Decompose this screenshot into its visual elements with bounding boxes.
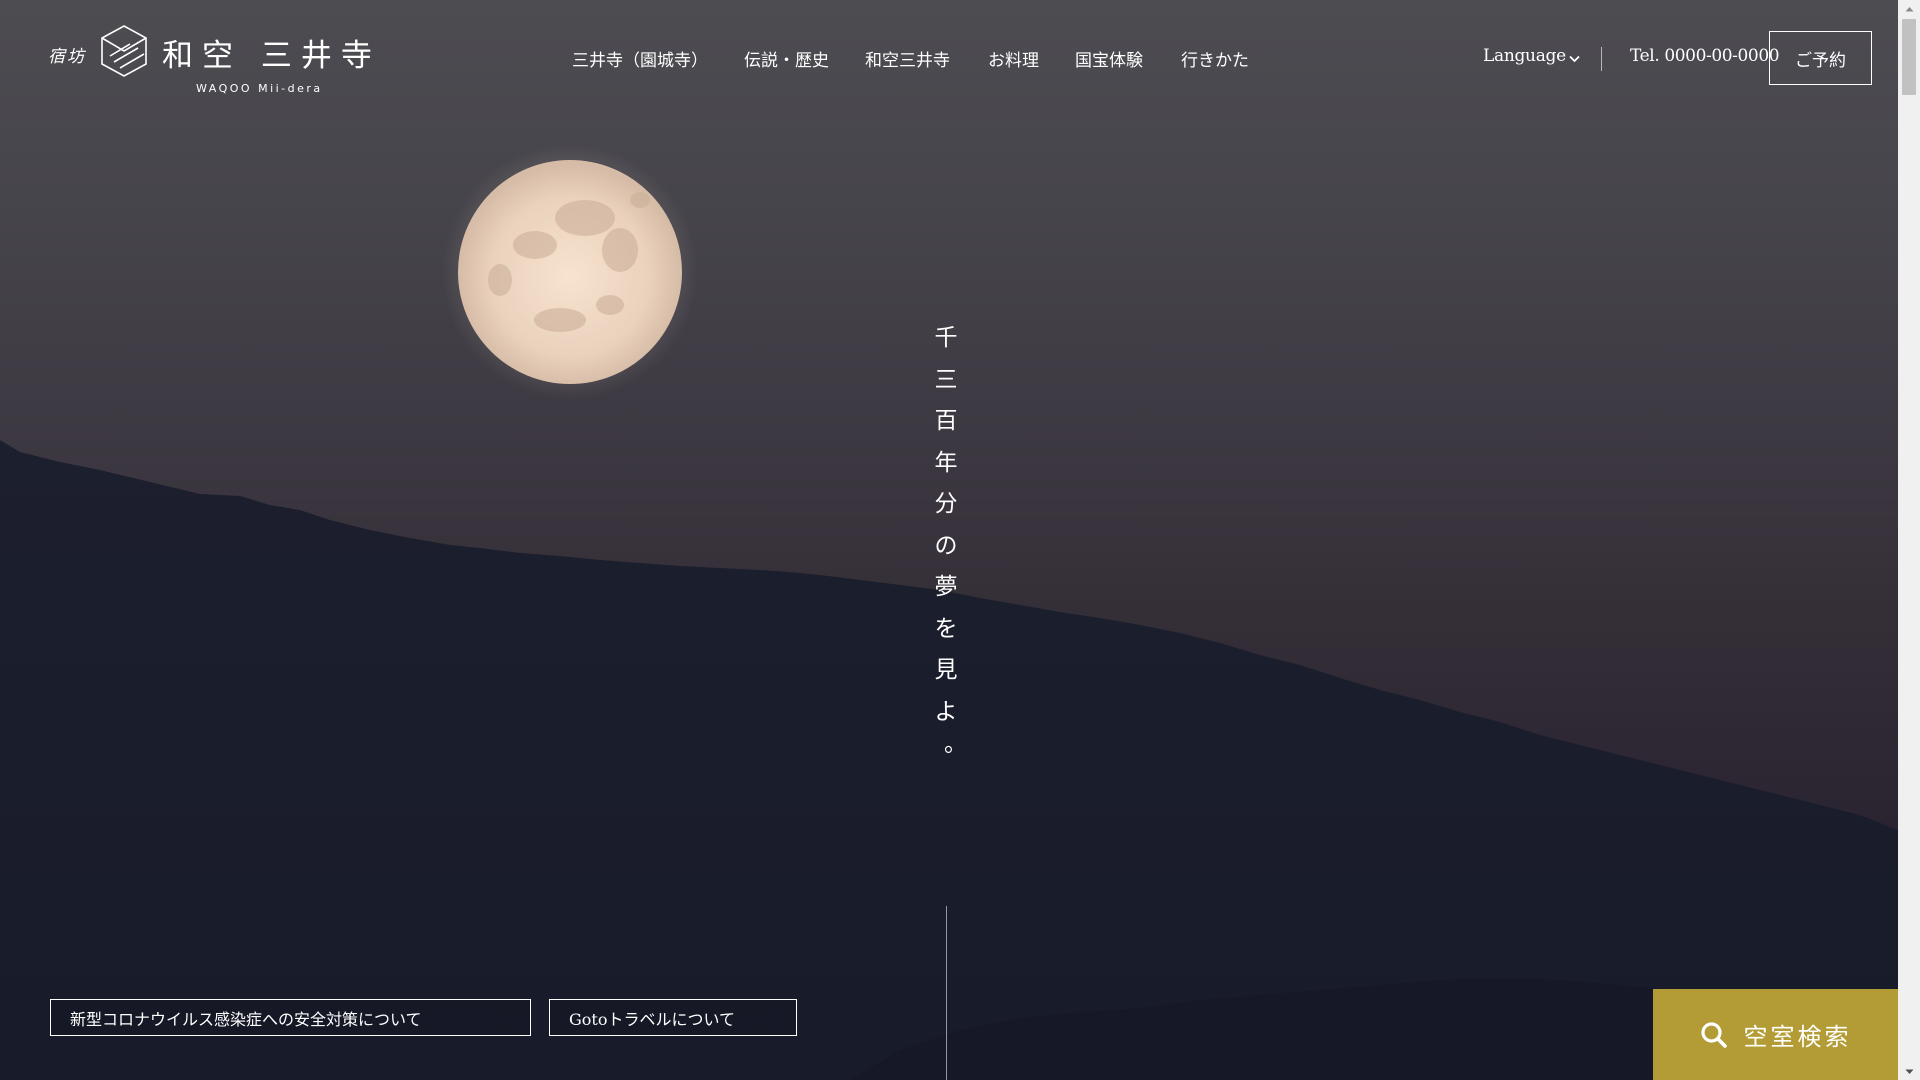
main-nav: 三井寺（園城寺） 伝説・歴史 和空三井寺 お料理 国宝体験 行きかた [572, 46, 1249, 71]
copy-char: 夢 [934, 574, 958, 600]
page-scrollbar[interactable] [1898, 0, 1920, 1080]
logo-mark-icon [101, 25, 147, 77]
scrollbar-thumb[interactable] [1902, 19, 1916, 95]
copy-char: 千 [934, 325, 958, 351]
search-icon [1700, 1021, 1727, 1048]
copy-char: 三 [934, 366, 958, 393]
logo-subtitle: WAQOO Mii-dera [196, 82, 323, 95]
language-selector[interactable]: Language [1483, 46, 1580, 66]
logo-small-text: 宿坊 [48, 47, 86, 67]
room-search-button[interactable]: 空室検索 [1653, 989, 1898, 1080]
nav-item-experience[interactable]: 国宝体験 [1075, 46, 1143, 71]
nav-item-waqoo[interactable]: 和空三井寺 [865, 46, 950, 71]
nav-item-cuisine[interactable]: お料理 [988, 46, 1039, 71]
copy-char: 見 [934, 657, 958, 683]
scroll-up-arrow-icon[interactable] [1898, 0, 1920, 17]
hero-vertical-copy: 千 三 百 年 分 の 夢 を 見 よ 。 [934, 318, 968, 757]
chevron-down-icon [1569, 55, 1580, 62]
copy-char: 分 [934, 491, 958, 517]
room-search-label: 空室検索 [1743, 1023, 1852, 1051]
logo-name: 和空 三井寺 [162, 38, 381, 74]
header-divider [1601, 47, 1602, 71]
copy-char: 年 [934, 449, 958, 476]
nav-item-access[interactable]: 行きかた [1181, 46, 1249, 71]
nav-item-miidera[interactable]: 三井寺（園城寺） [572, 46, 708, 71]
phone-number[interactable]: Tel. 0000-00-0000 [1630, 46, 1780, 66]
nav-item-history[interactable]: 伝説・歴史 [744, 46, 829, 71]
copy-char: を [934, 615, 958, 642]
scroll-indicator-line [946, 906, 947, 1080]
goto-travel-button[interactable]: Gotoトラベルについて [549, 999, 797, 1036]
copy-char: 。 [944, 731, 967, 757]
language-label: Language [1483, 46, 1566, 66]
reserve-button[interactable]: ご予約 [1769, 31, 1872, 85]
copy-char: よ [934, 698, 958, 725]
copy-char: の [934, 532, 958, 559]
scroll-down-arrow-icon[interactable] [1898, 1063, 1920, 1080]
copy-char: 百 [934, 408, 958, 434]
covid-notice-button[interactable]: 新型コロナウイルス感染症への安全対策について [50, 999, 531, 1036]
site-logo[interactable]: 宿坊 和空 三井寺 WAQOO Mii-dera [48, 22, 372, 102]
